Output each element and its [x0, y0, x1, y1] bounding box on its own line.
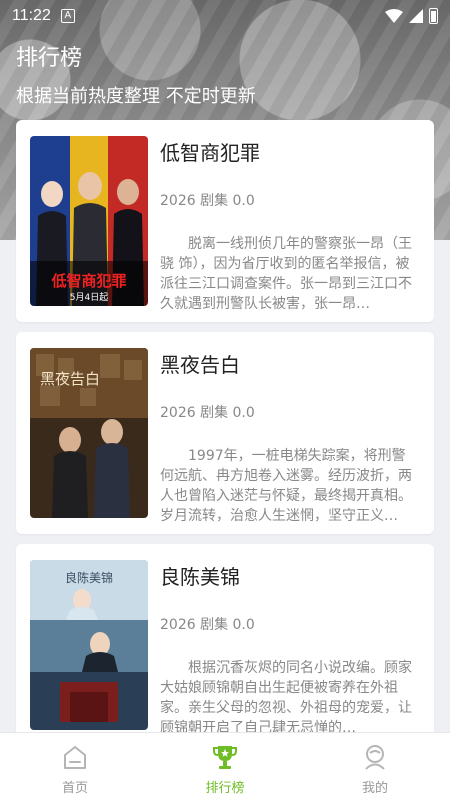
card-description: 1997年，一桩电梯失踪案，将刑警何远航、冉方旭卷入迷雾。经历波折，两人也曾陷入… [160, 448, 412, 524]
battery-icon [429, 8, 438, 24]
cellular-signal-icon [409, 9, 423, 23]
nav-item-mine[interactable]: 我的 [300, 733, 450, 800]
page-title: 排行榜 [16, 46, 83, 71]
ranking-card[interactable]: 低智商犯罪 5月4日起 低智商犯罪 2026 剧集 0.0 脱离一线刑侦几年的警… [16, 120, 434, 322]
card-title: 黑夜告白 [160, 353, 240, 377]
user-profile-icon [365, 745, 385, 770]
nav-item-home[interactable]: 首页 [0, 733, 150, 800]
nav-label-ranking: 排行榜 [205, 781, 245, 796]
wifi-icon [385, 9, 403, 23]
card-title: 良陈美锦 [160, 565, 240, 589]
status-time: 11:22 [12, 7, 51, 24]
ranking-card[interactable]: 良陈美锦 良陈美锦 2026 剧集 0.0 根据沉香灰烬的同名小说改编。顾家大姑… [16, 544, 434, 746]
app-notification-icon: A [60, 9, 75, 23]
bottom-nav: 首页 排行榜 我的 [0, 732, 450, 800]
poster-caption: 黑夜告白 [40, 370, 100, 388]
page-subtitle: 根据当前热度整理 不定时更新 [16, 86, 256, 107]
poster-caption: 低智商犯罪 [50, 272, 126, 290]
ranking-card[interactable]: 黑夜告白 黑夜告白 2026 剧集 0.0 1997年，一桩电梯失踪案，将刑警何… [16, 332, 434, 534]
home-icon [64, 746, 86, 769]
card-meta: 2026 剧集 0.0 [160, 193, 255, 209]
nav-label-home: 首页 [61, 781, 88, 796]
poster-image: 良陈美锦 [30, 560, 148, 730]
trophy-icon [213, 746, 237, 769]
card-title: 低智商犯罪 [160, 141, 260, 165]
ranking-list: 低智商犯罪 5月4日起 低智商犯罪 2026 剧集 0.0 脱离一线刑侦几年的警… [16, 120, 434, 756]
card-description: 脱离一线刑侦几年的警察张一昂（王骁 饰），因为省厅收到的匿名举报信，被派往三江口… [160, 236, 412, 312]
poster-caption: 良陈美锦 [65, 570, 113, 585]
status-bar: 11:22 A [0, 0, 450, 32]
nav-label-mine: 我的 [361, 781, 388, 796]
poster-image: 低智商犯罪 5月4日起 [30, 136, 148, 306]
card-meta: 2026 剧集 0.0 [160, 405, 255, 421]
card-description: 根据沉香灰烬的同名小说改编。顾家大姑娘顾锦朝自出生起便被寄养在外祖家。亲生父母的… [160, 660, 412, 736]
card-meta: 2026 剧集 0.0 [160, 617, 255, 633]
nav-item-ranking[interactable]: 排行榜 [150, 733, 300, 800]
poster-date: 5月4日起 [70, 292, 108, 303]
poster-image: 黑夜告白 [30, 348, 148, 518]
